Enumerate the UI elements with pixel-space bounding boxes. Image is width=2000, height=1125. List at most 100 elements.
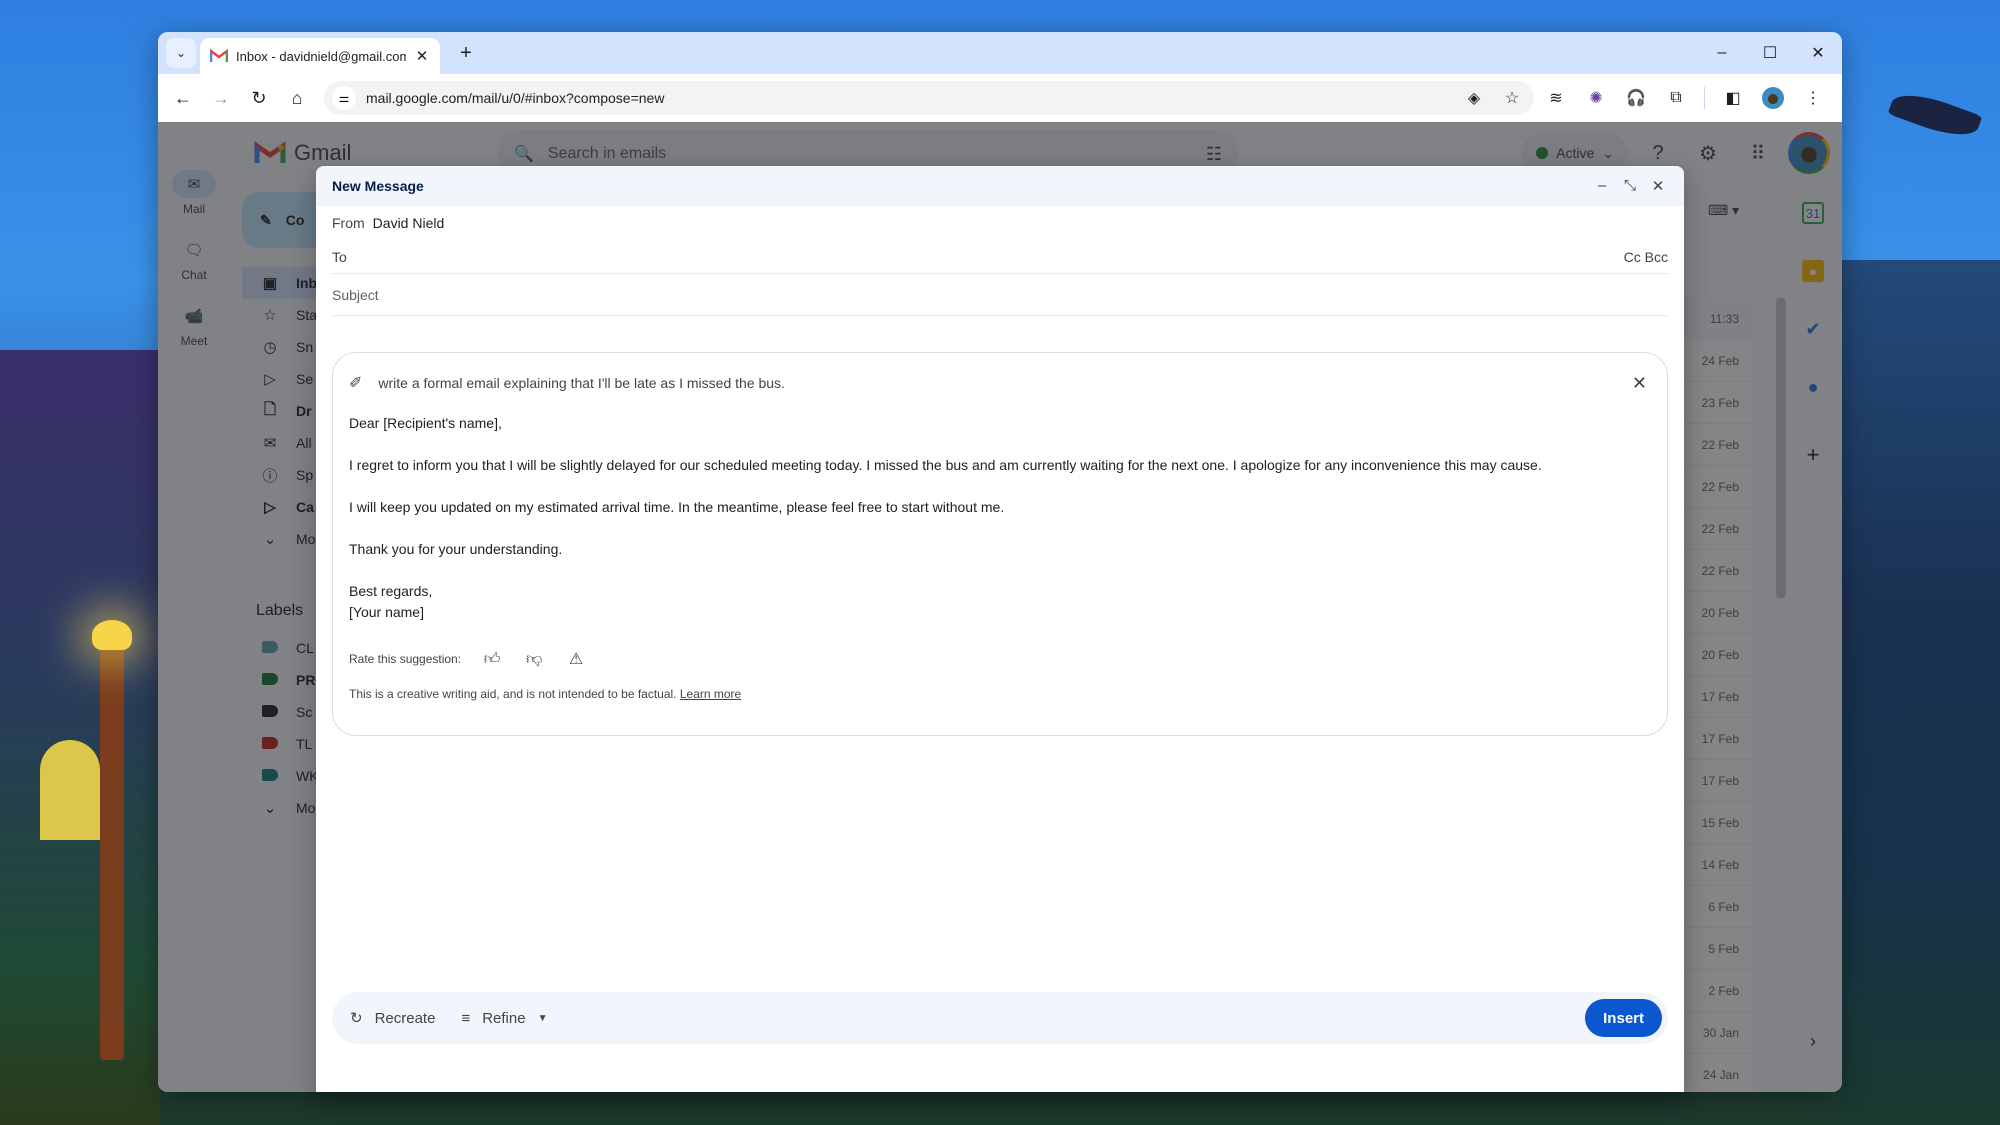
bookmark-star-icon[interactable]: ☆ — [1498, 88, 1526, 108]
rate-suggestion-row: Rate this suggestion: 👍︎ 👎︎ ⚠︎ — [349, 649, 1651, 669]
insert-button[interactable]: Insert — [1585, 999, 1662, 1037]
message-date: 22 Feb — [1701, 437, 1739, 452]
email-paragraph: I will keep you updated on my estimated … — [349, 499, 1005, 515]
kebab-menu-icon[interactable]: ⋮ — [1795, 81, 1831, 115]
expand-chevron-right-icon[interactable]: › — [1802, 1030, 1824, 1052]
exit-fullscreen-icon[interactable]: ⤡ — [1620, 177, 1640, 195]
add-app-plus-icon[interactable]: + — [1802, 442, 1824, 467]
keyboard-input-tools-icon[interactable]: ⌨ ▾ — [1708, 202, 1739, 219]
video-icon: 📹 — [184, 308, 204, 325]
email-paragraph: I regret to inform you that I will be sl… — [349, 457, 1542, 473]
search-options-icon[interactable]: ☷ — [1206, 144, 1222, 165]
wallpaper-lamp-light — [92, 620, 132, 650]
cc-bcc-link[interactable]: Cc Bcc — [1624, 249, 1668, 265]
from-value[interactable]: David Nield — [373, 215, 445, 231]
gmail-favicon-icon — [209, 48, 229, 63]
report-feedback-icon[interactable]: ⚠︎ — [565, 649, 587, 669]
close-tab-icon[interactable]: ✕ — [414, 47, 430, 65]
keep-icon[interactable]: ● — [1802, 260, 1824, 282]
rail-chat[interactable]: 🗨 Chat — [158, 236, 230, 282]
thumbs-up-icon[interactable]: 👍︎ — [481, 650, 503, 669]
account-avatar[interactable] — [1788, 132, 1830, 174]
all-mail-icon: ✉ — [263, 435, 277, 452]
message-date: 22 Feb — [1701, 521, 1739, 536]
search-icon: 🔍 — [514, 146, 534, 163]
message-list-scrollbar[interactable] — [1776, 298, 1786, 598]
compose-title: New Message — [332, 178, 424, 194]
new-tab-button[interactable]: + — [453, 40, 479, 66]
settings-gear-icon[interactable]: ⚙ — [1688, 133, 1728, 173]
contacts-icon[interactable]: ● — [1802, 376, 1824, 398]
url-text[interactable]: mail.google.com/mail/u/0/#inbox?compose=… — [366, 90, 1450, 106]
address-bar[interactable]: ⚌ mail.google.com/mail/u/0/#inbox?compos… — [324, 81, 1534, 115]
gmail-logo-text: Gmail — [294, 140, 352, 165]
flower-extension-icon[interactable]: ✺ — [1578, 81, 1614, 115]
label-tag-icon — [262, 768, 278, 781]
label-tag-icon — [262, 736, 278, 749]
tasks-icon[interactable]: ✔ — [1802, 318, 1824, 340]
puzzle-extensions-icon[interactable]: ⧉ — [1658, 81, 1694, 115]
reload-button[interactable]: ↻ — [242, 81, 276, 115]
buffer-extension-icon[interactable]: ≋ — [1538, 81, 1574, 115]
ai-generated-email: Dear [Recipient's name], I regret to inf… — [349, 413, 1651, 623]
label-tag-icon — [262, 640, 278, 653]
subject-input[interactable]: Subject — [332, 287, 379, 303]
tab-title: Inbox - davidnield@gmail.com — [236, 48, 406, 64]
star-icon: ☆ — [263, 307, 277, 324]
refine-dropdown[interactable]: ≡ Refine ▼ — [461, 1010, 547, 1027]
rail-mail[interactable]: ✉ Mail — [158, 170, 230, 216]
profile-avatar[interactable] — [1755, 81, 1791, 115]
gmail-logo[interactable]: Gmail — [254, 140, 351, 166]
nav-label: Dr — [296, 403, 312, 419]
ai-prompt-text: write a formal email explaining that I'l… — [378, 375, 785, 391]
eye-icon[interactable]: ◈ — [1460, 88, 1488, 108]
site-info-icon[interactable]: ⚌ — [332, 86, 356, 110]
wallpaper-lamp-post — [100, 640, 124, 1060]
rail-meet[interactable]: 📹 Meet — [158, 302, 230, 348]
tab-search-button[interactable]: ⌄ — [166, 38, 196, 68]
close-compose-icon[interactable]: ✕ — [1648, 177, 1668, 195]
recreate-button[interactable]: ↻ Recreate — [350, 1009, 435, 1028]
refresh-icon: ↻ — [350, 1010, 363, 1027]
wallpaper-right — [1840, 260, 2000, 1125]
back-button[interactable]: ← — [166, 81, 200, 115]
arrow-right-icon: → — [212, 87, 230, 108]
help-me-write-suggestion: ✐ write a formal email explaining that I… — [332, 352, 1668, 736]
toolbar-divider — [1704, 87, 1705, 109]
message-date: 17 Feb — [1701, 731, 1739, 746]
minimize-compose-icon[interactable]: – — [1592, 177, 1612, 195]
chat-icon: 🗨 — [184, 242, 204, 259]
maximize-window-button[interactable]: ☐ — [1746, 32, 1794, 74]
tab-inbox[interactable]: Inbox - davidnield@gmail.com ✕ — [200, 38, 440, 74]
close-suggestion-icon[interactable]: ✕ — [1632, 373, 1647, 394]
clock-icon: ◷ — [263, 339, 277, 356]
label-text: CL — [296, 640, 314, 656]
side-panel-icon[interactable]: ◧ — [1715, 81, 1751, 115]
wallpaper-window — [40, 740, 100, 840]
forward-button[interactable]: → — [204, 81, 238, 115]
calendar-icon[interactable]: 31 — [1802, 202, 1824, 224]
home-button[interactable]: ⌂ — [280, 81, 314, 115]
chevron-down-icon: ⌄ — [1602, 144, 1614, 161]
rail-chat-label: Chat — [181, 268, 207, 282]
apps-grid-icon[interactable]: ⠿ — [1738, 133, 1778, 173]
gmail-m-icon — [254, 141, 286, 163]
tab-strip: ⌄ Inbox - davidnield@gmail.com ✕ + – ☐ ✕ — [158, 32, 1842, 74]
disclaimer-text: This is a creative writing aid, and is n… — [349, 687, 677, 701]
headphones-extension-icon[interactable]: 🎧 — [1618, 81, 1654, 115]
caret-down-icon: ▼ — [537, 1012, 548, 1024]
draft-icon: 🗋 — [263, 400, 277, 418]
filter-lines-icon: ≡ — [461, 1009, 471, 1027]
from-field[interactable]: From David Nield — [332, 206, 1668, 240]
message-date: 15 Feb — [1701, 815, 1739, 830]
label-text: Sc — [296, 704, 313, 720]
learn-more-link[interactable]: Learn more — [680, 687, 741, 701]
thumbs-down-icon[interactable]: 👎︎ — [523, 650, 545, 669]
minimize-window-button[interactable]: – — [1698, 32, 1746, 74]
nav-label: Inb — [296, 275, 317, 291]
subject-field[interactable]: Subject — [332, 274, 1668, 316]
send-icon: ▷ — [264, 371, 276, 388]
to-field[interactable]: To Cc Bcc — [332, 240, 1668, 274]
search-input[interactable]: Search in emails — [548, 145, 666, 163]
close-window-button[interactable]: ✕ — [1794, 32, 1842, 74]
